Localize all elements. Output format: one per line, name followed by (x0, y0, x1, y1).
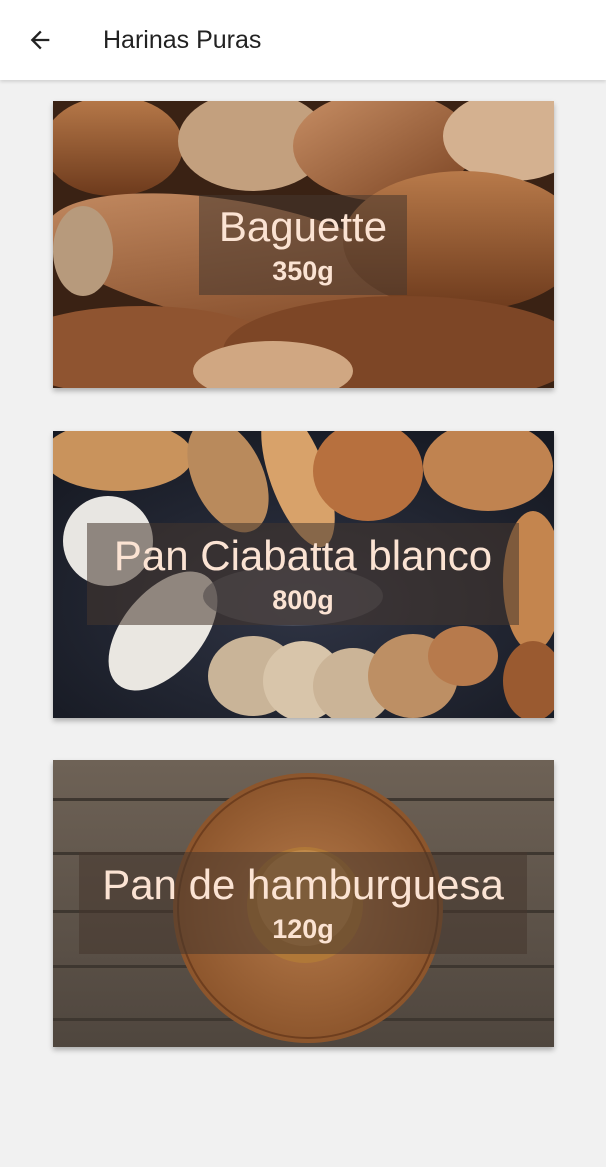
card-label: Pan de hamburguesa 120g (79, 852, 527, 954)
app-bar: Harinas Puras (0, 0, 606, 80)
card-weight: 120g (272, 914, 334, 944)
product-card-baguette[interactable]: Baguette 350g (53, 101, 554, 388)
card-title: Pan Ciabatta blanco (113, 532, 493, 579)
card-weight: 350g (272, 256, 334, 286)
card-title: Baguette (218, 203, 388, 250)
card-title: Pan de hamburguesa (102, 861, 504, 908)
product-card-hamburguesa[interactable]: Pan de hamburguesa 120g (53, 760, 554, 1047)
product-card-ciabatta[interactable]: Pan Ciabatta blanco 800g (53, 431, 554, 718)
card-label: Baguette 350g (199, 195, 407, 295)
arrow-left-icon (30, 30, 50, 50)
card-weight: 800g (272, 585, 334, 615)
page-title: Harinas Puras (103, 26, 262, 54)
back-button[interactable] (20, 22, 60, 58)
card-label: Pan Ciabatta blanco 800g (87, 523, 519, 625)
